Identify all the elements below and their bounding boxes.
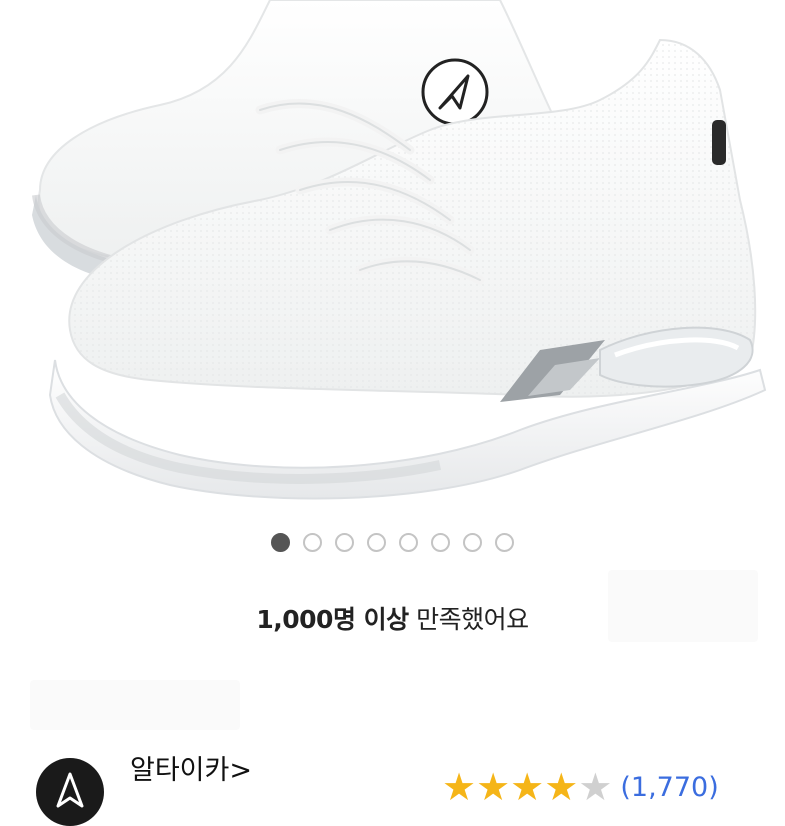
star-icon: ★ (476, 765, 511, 809)
altaica-logo-icon[interactable] (36, 758, 104, 826)
seller-name-link[interactable]: 알타이카> (130, 748, 252, 787)
satisfaction-label: 만족했어요 (416, 605, 529, 634)
pager-dot-8[interactable] (495, 532, 514, 552)
pager-dot-6[interactable] (431, 532, 450, 552)
chevron-right-icon: > (229, 755, 252, 786)
star-icon: ★ (442, 765, 477, 809)
star-icon: ★ (544, 765, 579, 809)
placeholder-block (30, 680, 240, 730)
product-image[interactable] (0, 0, 785, 520)
seller-row: 알타이카> ★ ★ ★ ★ ★ (1,770) (30, 748, 770, 826)
pager-dot-5[interactable] (399, 532, 418, 552)
star-icon: ★ (510, 765, 545, 809)
rating-summary[interactable]: ★ ★ ★ ★ ★ (1,770) (442, 768, 719, 806)
star-empty-icon: ★ (578, 765, 613, 809)
seller-name: 알타이카 (130, 755, 230, 786)
review-count[interactable]: (1,770) (620, 772, 718, 803)
pager-dot-4[interactable] (367, 532, 386, 552)
satisfaction-count: 1,000명 이상 (256, 605, 409, 634)
pager-dot-3[interactable] (335, 532, 354, 552)
pager-dot-2[interactable] (303, 532, 322, 552)
pager-dot-7[interactable] (463, 532, 482, 552)
image-pager (0, 530, 785, 554)
pager-dot-1[interactable] (271, 532, 290, 552)
satisfaction-text: 1,000명 이상 만족했어요 (0, 600, 785, 636)
sneaker-illustration (32, 0, 767, 500)
